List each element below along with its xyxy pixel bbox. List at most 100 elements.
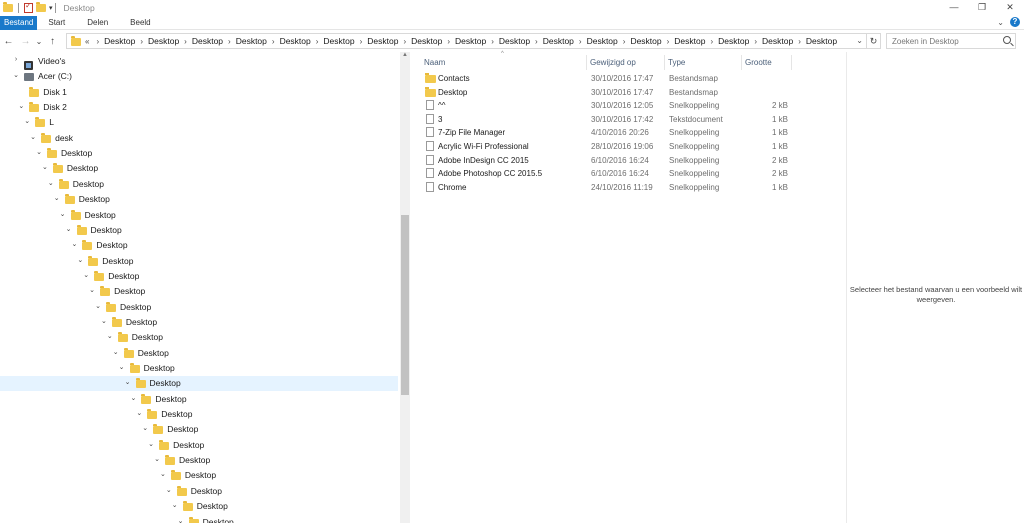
breadcrumb-separator-icon[interactable]: › <box>447 37 450 46</box>
chevron-down-icon[interactable]: ⌄ <box>129 394 137 402</box>
recent-locations-icon[interactable]: ⌄ <box>34 37 44 46</box>
chevron-down-icon[interactable]: ⌄ <box>159 470 167 478</box>
tree-item[interactable]: ⌄ Desktop <box>0 468 398 483</box>
breadcrumb-separator-icon[interactable]: › <box>140 37 143 46</box>
file-row[interactable]: Contacts 30/10/2016 17:47 Bestandsmap <box>412 72 792 85</box>
chevron-down-icon[interactable]: ⌄ <box>17 102 25 110</box>
breadcrumb-item[interactable]: Desktop <box>323 36 354 46</box>
column-header-modified[interactable]: Gewijzigd op <box>587 55 665 70</box>
breadcrumb-overflow-icon[interactable]: « <box>85 37 89 46</box>
chevron-down-icon[interactable]: ⌄ <box>65 225 73 233</box>
chevron-down-icon[interactable]: ⌄ <box>106 332 114 340</box>
file-row[interactable]: Desktop 30/10/2016 17:47 Bestandsmap <box>412 86 792 99</box>
forward-button[interactable]: → <box>17 36 34 47</box>
chevron-down-icon[interactable]: ⌄ <box>165 486 173 494</box>
file-row[interactable]: Acrylic Wi-Fi Professional 28/10/2016 19:… <box>412 140 792 153</box>
chevron-down-icon[interactable]: ⌄ <box>100 317 108 325</box>
breadcrumb-item[interactable]: Desktop <box>630 36 661 46</box>
maximize-button[interactable]: ❐ <box>968 0 996 14</box>
tree-item[interactable]: ⌄ Desktop <box>0 361 398 376</box>
tree-item[interactable]: ⌄ Desktop <box>0 515 398 523</box>
tree-item[interactable]: ⌄ desk <box>0 131 398 146</box>
tree-item[interactable]: ⌄ Desktop <box>0 161 398 176</box>
scroll-up-icon[interactable]: ▲ <box>400 52 410 58</box>
minimize-button[interactable]: — <box>940 0 968 14</box>
chevron-right-icon[interactable]: › <box>12 56 20 63</box>
breadcrumb-item[interactable]: Desktop <box>587 36 618 46</box>
breadcrumb-item[interactable]: Desktop <box>499 36 530 46</box>
search-input[interactable] <box>887 36 999 46</box>
breadcrumb-item[interactable]: Desktop <box>367 36 398 46</box>
chevron-down-icon[interactable]: ⌄ <box>76 256 84 264</box>
breadcrumb-separator-icon[interactable]: › <box>754 37 757 46</box>
chevron-down-icon[interactable]: ⌄ <box>153 455 161 463</box>
tree-item[interactable]: Disk 1 <box>0 85 398 100</box>
file-row[interactable]: Adobe InDesign CC 2015 6/10/2016 16:24 Sne… <box>412 154 792 167</box>
back-button[interactable]: ← <box>0 36 17 47</box>
breadcrumb-item[interactable]: Desktop <box>455 36 486 46</box>
tree-item[interactable]: ⌄ Desktop <box>0 315 398 330</box>
chevron-down-icon[interactable]: ⌄ <box>82 271 90 279</box>
tree-item[interactable]: ⌄ Desktop <box>0 407 398 422</box>
up-button[interactable]: ↑ <box>44 36 61 47</box>
tree-item[interactable]: ⌄ Desktop <box>0 392 398 407</box>
breadcrumb-separator-icon[interactable]: › <box>96 37 99 46</box>
column-header-size[interactable]: Grootte <box>742 55 792 70</box>
file-row[interactable]: ^^ 30/10/2016 12:05 Snelkoppeling 2 kB <box>412 99 792 112</box>
tab-beeld[interactable]: Beeld <box>119 16 161 30</box>
chevron-down-icon[interactable]: ⌄ <box>53 194 61 202</box>
file-row[interactable]: Adobe Photoshop CC 2015.5 6/10/2016 16:24… <box>412 167 792 180</box>
expand-ribbon-icon[interactable]: ⌄ <box>997 18 1004 27</box>
tree-item[interactable]: ⌄ Desktop <box>0 453 398 468</box>
breadcrumb-separator-icon[interactable]: › <box>535 37 538 46</box>
chevron-down-icon[interactable]: ⌄ <box>94 302 102 310</box>
tree-item[interactable]: ⌄ Desktop <box>0 284 398 299</box>
new-folder-icon[interactable] <box>36 2 46 12</box>
tree-item[interactable]: ⌄ Desktop <box>0 177 398 192</box>
breadcrumb-separator-icon[interactable]: › <box>491 37 494 46</box>
tree-item[interactable]: ⌄ Desktop <box>0 330 398 345</box>
help-icon[interactable]: ? <box>1010 17 1020 27</box>
tree-item[interactable]: ⌄ L <box>0 115 398 130</box>
tree-item[interactable]: › Video's <box>0 54 398 70</box>
tree-item[interactable]: ⌄ Desktop <box>0 422 398 437</box>
navigation-scrollbar[interactable]: ▲ <box>400 52 410 523</box>
breadcrumb-separator-icon[interactable]: › <box>579 37 582 46</box>
chevron-down-icon[interactable]: ⌄ <box>88 286 96 294</box>
tree-item[interactable]: ⌄ Desktop <box>0 376 398 392</box>
chevron-down-icon[interactable]: ⌄ <box>59 210 67 218</box>
breadcrumb-item[interactable]: Desktop <box>236 36 267 46</box>
tab-bestand[interactable]: Bestand <box>0 15 38 30</box>
tree-item[interactable]: ⌄ Desktop <box>0 269 398 284</box>
chevron-down-icon[interactable]: ⌄ <box>147 440 155 448</box>
breadcrumb-item[interactable]: Desktop <box>280 36 311 46</box>
breadcrumb-item[interactable]: Desktop <box>543 36 574 46</box>
breadcrumb-item[interactable]: Desktop <box>806 36 837 46</box>
chevron-down-icon[interactable]: ⌄ <box>124 378 132 386</box>
breadcrumb-item[interactable]: Desktop <box>674 36 705 46</box>
column-header-type[interactable]: Type <box>665 55 742 70</box>
tree-item[interactable]: ⌄ Desktop <box>0 346 398 361</box>
tree-item[interactable]: ⌄ Acer (C:) <box>0 69 398 84</box>
breadcrumb-item[interactable]: Desktop <box>104 36 135 46</box>
properties-icon[interactable] <box>24 1 33 13</box>
scrollbar-thumb[interactable] <box>401 215 409 395</box>
breadcrumb-item[interactable]: Desktop <box>192 36 223 46</box>
tree-item[interactable]: ⌄ Desktop <box>0 254 398 269</box>
breadcrumb-separator-icon[interactable]: › <box>798 37 801 46</box>
search-box[interactable] <box>886 33 1016 49</box>
tree-item[interactable]: ⌄ Desktop <box>0 223 398 238</box>
chevron-down-icon[interactable]: ⌄ <box>135 409 143 417</box>
breadcrumb-separator-icon[interactable]: › <box>360 37 363 46</box>
chevron-down-icon[interactable]: ⌄ <box>23 117 31 125</box>
tree-item[interactable]: ⌄ Desktop <box>0 499 398 514</box>
breadcrumb-separator-icon[interactable]: › <box>316 37 319 46</box>
breadcrumb-item[interactable]: Desktop <box>411 36 442 46</box>
file-row[interactable]: 3 30/10/2016 17:42 Tekstdocument 1 kB <box>412 113 792 126</box>
chevron-down-icon[interactable]: ⌄ <box>171 501 179 509</box>
tree-item[interactable]: ⌄ Desktop <box>0 192 398 207</box>
column-header-name[interactable]: Naam <box>421 55 587 70</box>
breadcrumb-item[interactable]: Desktop <box>718 36 749 46</box>
tree-item[interactable]: ⌄ Desktop <box>0 438 398 453</box>
address-dropdown-icon[interactable]: ⌄ <box>856 36 863 45</box>
